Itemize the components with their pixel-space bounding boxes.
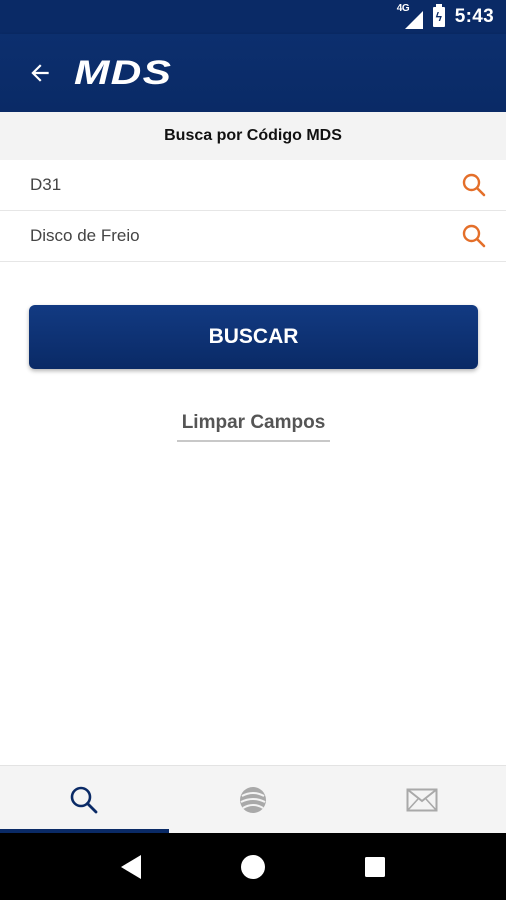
- app-logo: MDS: [74, 53, 173, 92]
- system-back-button[interactable]: [111, 847, 151, 887]
- back-triangle-icon: [121, 854, 141, 879]
- code-field-row: [0, 160, 506, 211]
- search-icon: [71, 786, 98, 813]
- system-nav-bar: [0, 833, 506, 900]
- page-title: Busca por Código MDS: [0, 112, 506, 160]
- nav-item-globe[interactable]: [169, 766, 338, 833]
- home-circle-icon: [241, 854, 265, 879]
- mail-icon: [406, 788, 438, 811]
- bottom-nav: [0, 765, 506, 833]
- status-bar: 4G ϟ 5:43: [0, 0, 506, 34]
- clear-fields-button[interactable]: Limpar Campos: [177, 406, 330, 442]
- code-search-button[interactable]: [460, 171, 488, 199]
- description-input[interactable]: [30, 226, 460, 246]
- signal-icon: 4G: [397, 3, 423, 29]
- recents-square-icon: [365, 856, 385, 877]
- search-icon: [462, 173, 486, 197]
- nav-item-search[interactable]: [0, 766, 169, 833]
- system-recents-button[interactable]: [355, 847, 395, 887]
- system-home-button[interactable]: [233, 847, 273, 887]
- search-button[interactable]: BUSCAR: [29, 305, 478, 369]
- description-field-row: [0, 211, 506, 262]
- battery-icon: ϟ: [432, 4, 445, 27]
- app-bar: MDS: [0, 34, 506, 112]
- nav-item-contact[interactable]: [337, 766, 506, 833]
- description-search-button[interactable]: [460, 222, 488, 250]
- globe-icon: [240, 786, 266, 813]
- arrow-left-icon: [31, 64, 49, 82]
- code-input[interactable]: [30, 175, 460, 195]
- search-icon: [462, 224, 486, 248]
- status-time: 5:43: [454, 6, 494, 27]
- back-button[interactable]: [10, 34, 70, 112]
